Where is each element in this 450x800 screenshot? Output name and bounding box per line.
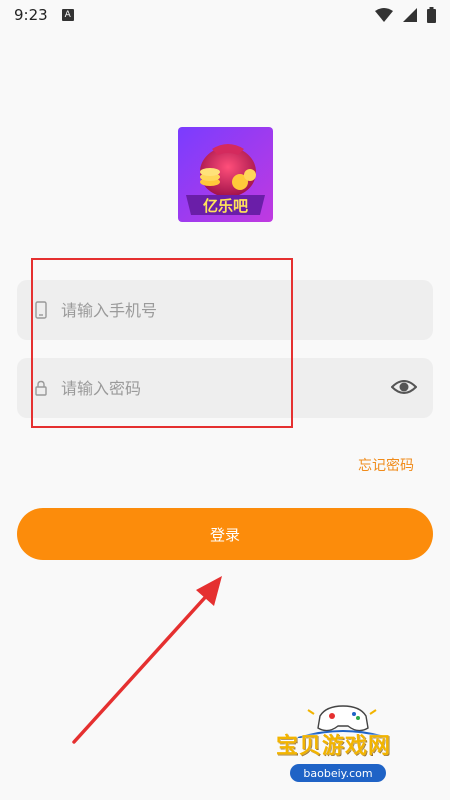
- battery-icon: [427, 7, 436, 23]
- watermark-title: 宝贝游戏网: [276, 734, 392, 759]
- forgot-password-link[interactable]: 忘记密码: [358, 455, 414, 475]
- watermark-logo: 宝贝游戏网 baobeiy.com: [268, 698, 418, 793]
- phone-input[interactable]: [59, 299, 363, 321]
- accessibility-icon: A: [61, 9, 74, 21]
- login-button[interactable]: 登录: [17, 508, 433, 560]
- signal-icon: [403, 8, 417, 22]
- status-bar: 9:23 A: [0, 0, 450, 30]
- password-input[interactable]: [59, 377, 363, 399]
- app-logo-text: 亿乐吧: [203, 197, 248, 215]
- wifi-icon: [375, 8, 393, 22]
- watermark-url: baobeiy.com: [290, 764, 386, 782]
- phone-icon: [35, 301, 47, 319]
- password-field[interactable]: [17, 358, 433, 418]
- phone-field[interactable]: [17, 280, 433, 340]
- status-time: 9:23: [14, 6, 48, 24]
- money-bag-icon: 亿乐吧: [178, 127, 273, 222]
- lock-icon: [35, 380, 47, 396]
- eye-icon[interactable]: [391, 376, 417, 398]
- app-logo: 亿乐吧: [178, 127, 273, 222]
